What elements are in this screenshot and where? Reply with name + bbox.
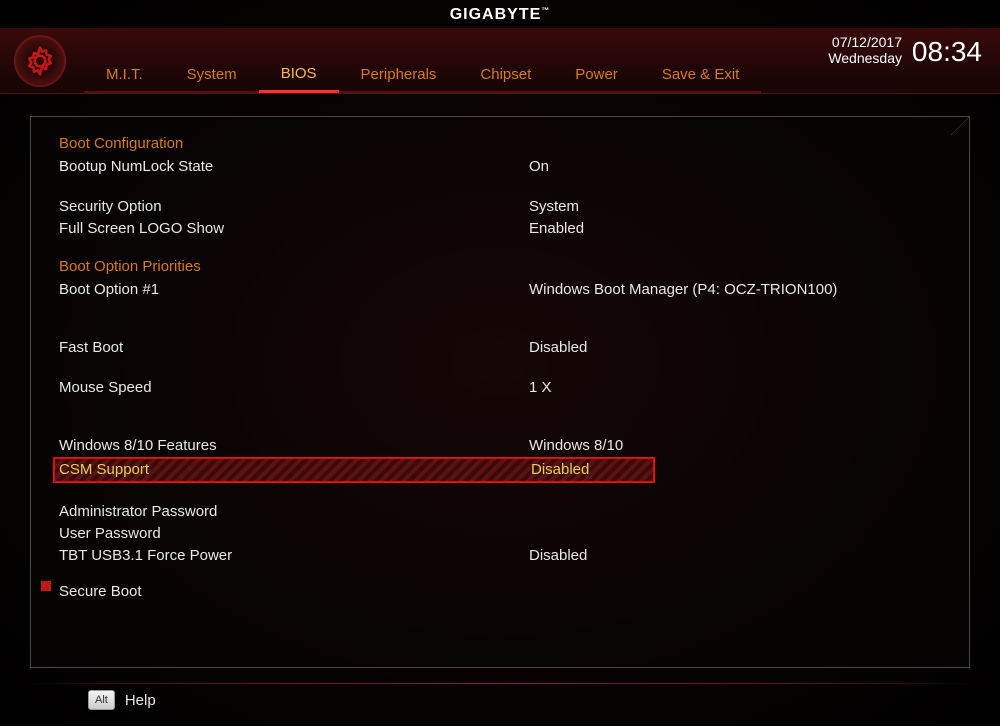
brand-header: GIGABYTE™ — [0, 0, 1000, 28]
footer-divider — [20, 683, 980, 684]
row-fast-boot[interactable]: Fast Boot Disabled — [59, 337, 941, 359]
tab-chipset[interactable]: Chipset — [458, 60, 553, 93]
row-boot-option-1[interactable]: Boot Option #1 Windows Boot Manager (P4:… — [59, 279, 941, 301]
tab-system[interactable]: System — [165, 60, 259, 93]
help-label[interactable]: Help — [125, 692, 156, 709]
row-numlock[interactable]: Bootup NumLock State On — [59, 156, 941, 178]
brand-logo: GIGABYTE™ — [450, 6, 551, 23]
settings-panel: Boot Configuration Bootup NumLock State … — [30, 116, 970, 668]
row-logo-show[interactable]: Full Screen LOGO Show Enabled — [59, 218, 941, 240]
section-boot-priorities: Boot Option Priorities — [59, 258, 941, 275]
tab-save-exit[interactable]: Save & Exit — [640, 60, 762, 93]
clock: 07/12/2017 Wednesday 08:34 — [828, 34, 982, 68]
tab-peripherals[interactable]: Peripherals — [339, 60, 459, 93]
row-security-option[interactable]: Security Option System — [59, 196, 941, 218]
footer-help: Alt Help — [88, 690, 156, 710]
tab-power[interactable]: Power — [553, 60, 640, 93]
submenu-icon — [41, 581, 51, 591]
row-user-password[interactable]: User Password — [59, 523, 941, 545]
date-text: 07/12/2017 — [828, 34, 902, 50]
tab-mit[interactable]: M.I.T. — [84, 60, 165, 93]
day-text: Wednesday — [828, 50, 902, 66]
row-csm-support[interactable]: CSM Support Disabled — [53, 457, 655, 483]
row-tbt-power[interactable]: TBT USB3.1 Force Power Disabled — [59, 545, 941, 567]
row-mouse-speed[interactable]: Mouse Speed 1 X — [59, 377, 941, 399]
row-win-features[interactable]: Windows 8/10 Features Windows 8/10 — [59, 435, 941, 457]
tab-bios[interactable]: BIOS — [259, 59, 339, 93]
row-secure-boot[interactable]: Secure Boot — [59, 581, 941, 603]
time-text: 08:34 — [912, 36, 982, 68]
top-bar: M.I.T. System BIOS Peripherals Chipset P… — [0, 28, 1000, 94]
alt-keycap: Alt — [88, 690, 115, 710]
gear-icon — [14, 35, 66, 87]
row-admin-password[interactable]: Administrator Password — [59, 501, 941, 523]
section-boot-config: Boot Configuration — [59, 135, 941, 152]
